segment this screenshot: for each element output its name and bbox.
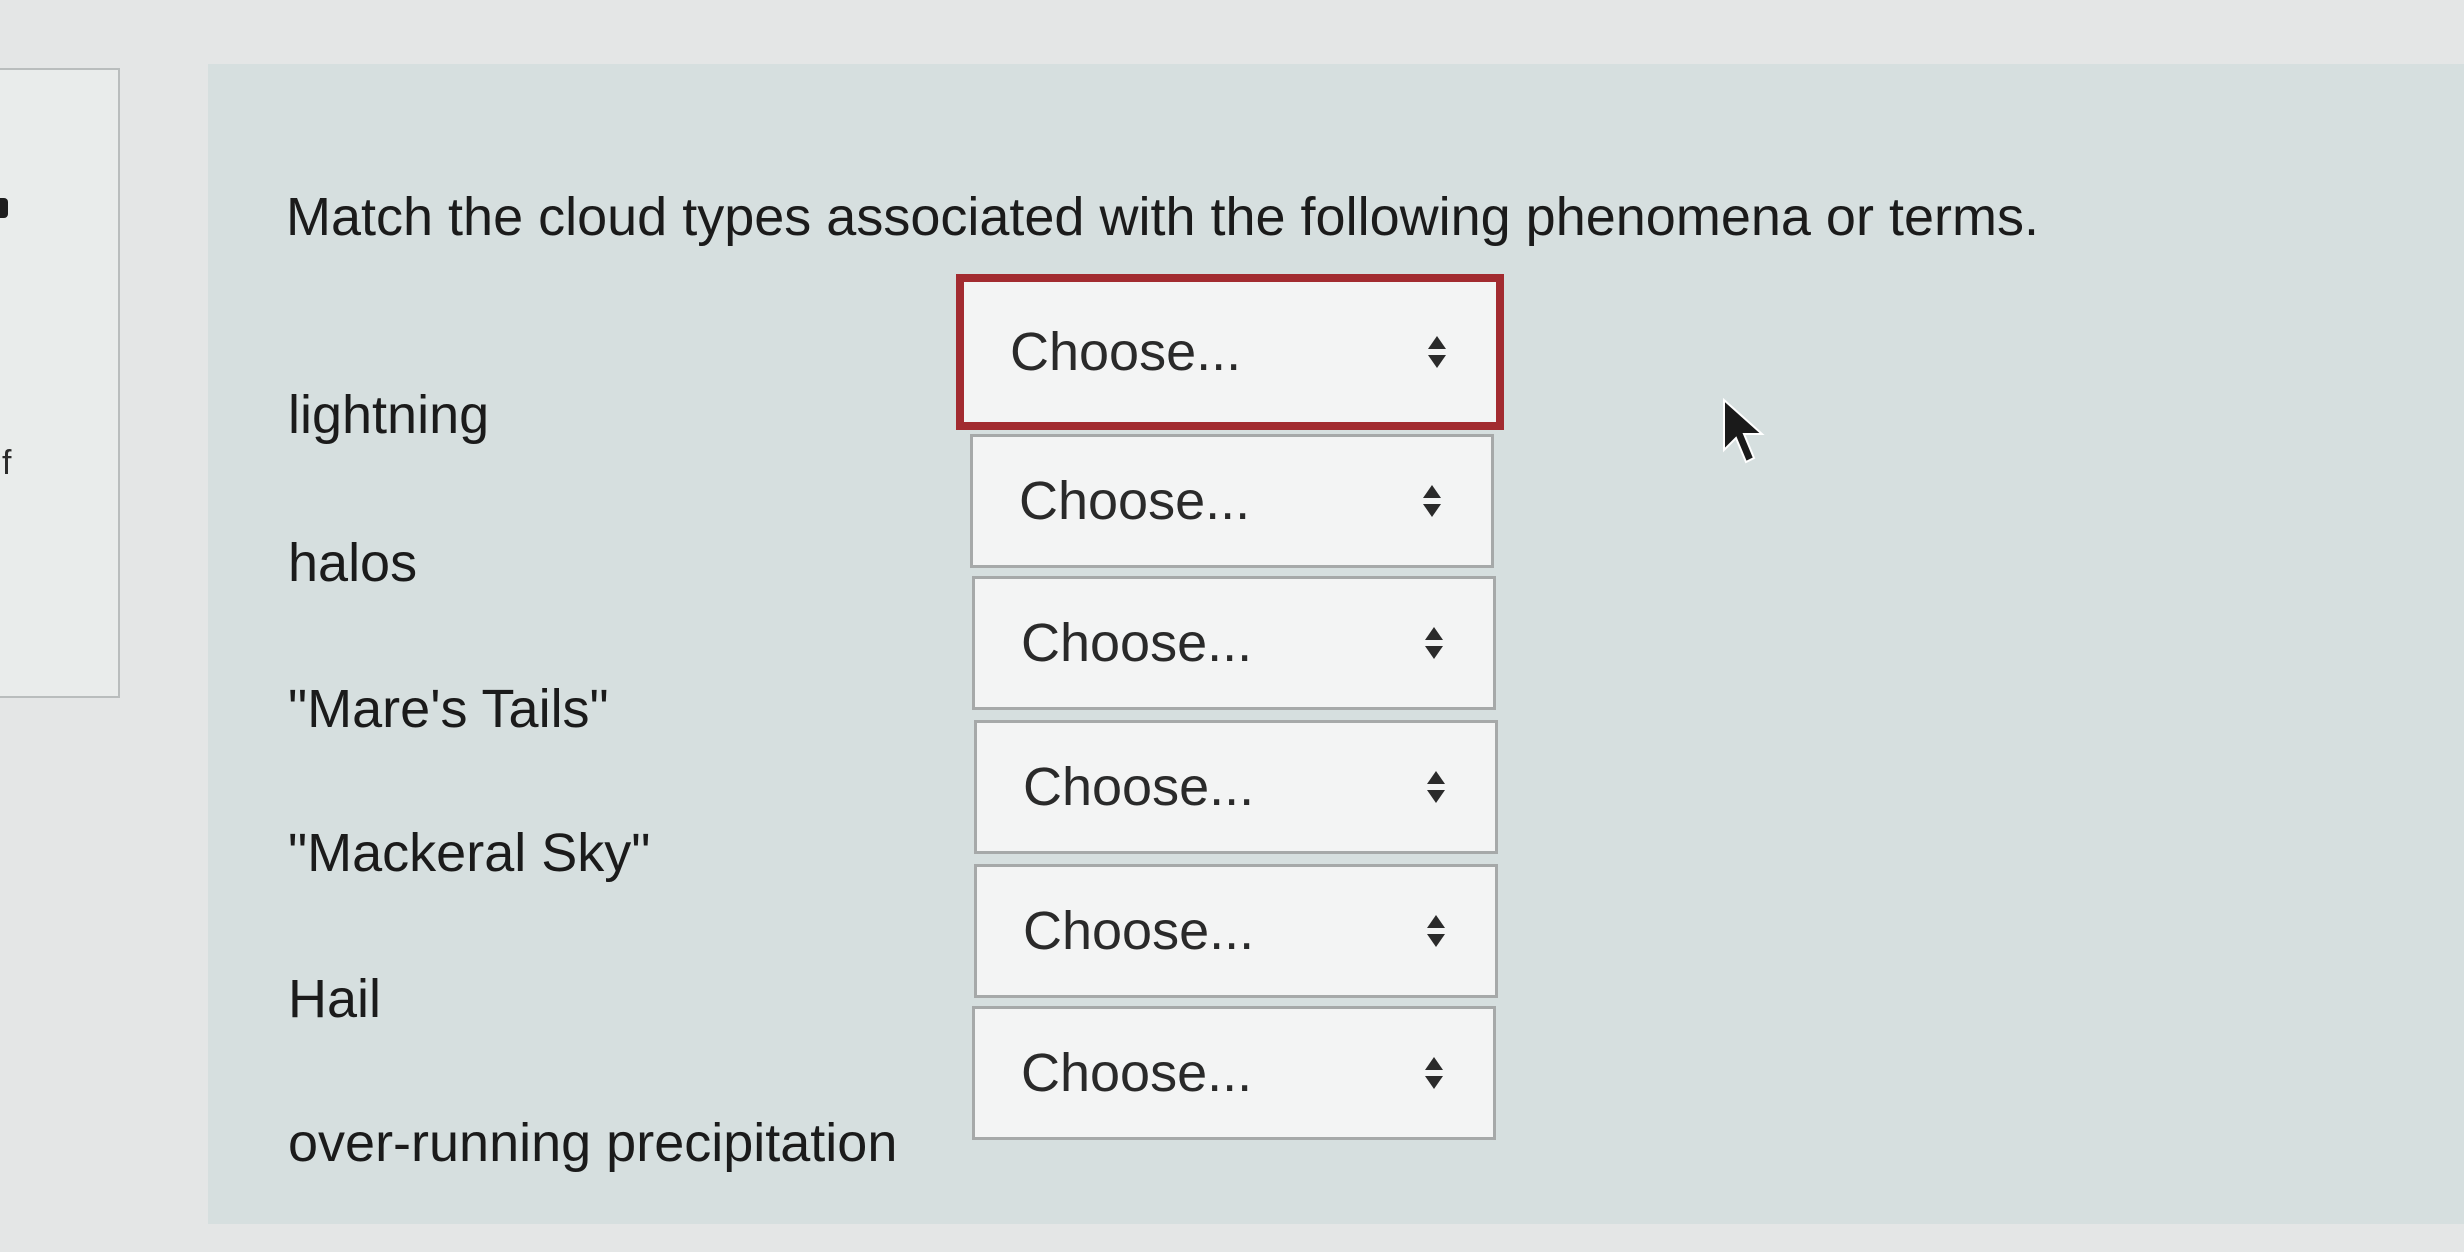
match-label-hail: Hail (288, 969, 382, 1029)
up-down-arrows-icon (1427, 771, 1445, 803)
up-down-arrows-icon (1427, 915, 1445, 947)
match-label-over-running-precipitation: over-running precipitation (288, 1113, 898, 1173)
up-down-arrows-icon (1428, 336, 1446, 368)
match-label-halos: halos (288, 533, 418, 593)
up-down-arrows-icon (1423, 485, 1441, 517)
select-lightning[interactable]: Choose... (956, 274, 1504, 430)
mouse-pointer-icon (1723, 398, 1765, 464)
match-label-mackeral-sky: "Mackeral Sky" (288, 823, 651, 883)
select-mackeral-sky[interactable]: Choose... (974, 720, 1498, 854)
select-value: Choose... (1023, 901, 1255, 961)
question-panel: Match the cloud types associated with th… (208, 64, 2464, 1224)
select-halos[interactable]: Choose... (970, 434, 1494, 568)
select-value: Choose... (1023, 757, 1255, 817)
left-side-panel: f (0, 68, 120, 698)
select-value: Choose... (1021, 1043, 1253, 1103)
up-down-arrows-icon (1425, 1057, 1443, 1089)
match-label-mares-tails: "Mare's Tails" (288, 679, 609, 739)
left-edge-mark (0, 198, 8, 218)
select-value: Choose... (1010, 322, 1242, 382)
select-value: Choose... (1021, 613, 1253, 673)
select-value: Choose... (1019, 471, 1251, 531)
select-mares-tails[interactable]: Choose... (972, 576, 1496, 710)
up-down-arrows-icon (1425, 627, 1443, 659)
select-hail[interactable]: Choose... (974, 864, 1498, 998)
select-over-running-precipitation[interactable]: Choose... (972, 1006, 1496, 1140)
left-edge-text: f (2, 444, 12, 482)
match-label-lightning: lightning (288, 385, 490, 445)
question-prompt: Match the cloud types associated with th… (286, 187, 2039, 247)
